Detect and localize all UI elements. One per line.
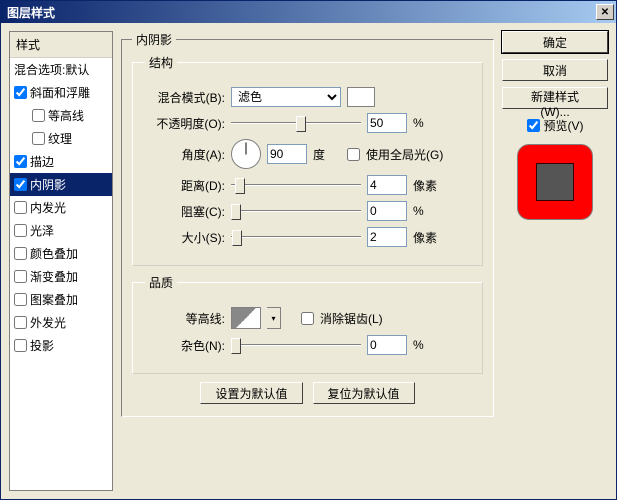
close-icon[interactable]: ✕ xyxy=(596,4,614,20)
distance-unit: 像素 xyxy=(413,177,441,194)
sidebar-item-drop-shadow[interactable]: 投影 xyxy=(10,334,112,357)
inner-shadow-checkbox[interactable] xyxy=(14,178,27,191)
choke-slider[interactable] xyxy=(231,201,361,221)
size-slider[interactable] xyxy=(231,227,361,247)
bevel-checkbox[interactable] xyxy=(14,86,27,99)
size-label: 大小(S): xyxy=(145,229,225,246)
color-overlay-checkbox[interactable] xyxy=(14,247,27,260)
layer-style-dialog: 图层样式 ✕ 样式 混合选项:默认 斜面和浮雕 等高线 纹理 描边 内阴影 内发… xyxy=(0,0,617,500)
preview-checkbox[interactable] xyxy=(527,119,540,132)
new-style-button[interactable]: 新建样式(W)... xyxy=(502,87,608,109)
contour-picker[interactable] xyxy=(231,307,261,329)
size-input[interactable] xyxy=(367,227,407,247)
sidebar-item-inner-shadow[interactable]: 内阴影 xyxy=(10,173,112,196)
structure-legend: 结构 xyxy=(145,54,177,71)
sidebar-item-satin[interactable]: 光泽 xyxy=(10,219,112,242)
sidebar-item-pattern-overlay[interactable]: 图案叠加 xyxy=(10,288,112,311)
global-light-label: 使用全局光(G) xyxy=(366,146,443,163)
sidebar-item-inner-glow[interactable]: 内发光 xyxy=(10,196,112,219)
sidebar-blend-options[interactable]: 混合选项:默认 xyxy=(10,58,112,81)
cancel-button[interactable]: 取消 xyxy=(502,59,608,81)
opacity-label: 不透明度(O): xyxy=(145,115,225,132)
blend-mode-select[interactable]: 滤色 xyxy=(231,87,341,107)
make-default-button[interactable]: 设置为默认值 xyxy=(200,382,302,404)
antialias-checkbox[interactable] xyxy=(301,312,314,325)
window-title: 图层样式 xyxy=(7,4,55,21)
action-panel: 确定 取消 新建样式(W)... 预览(V) xyxy=(502,31,608,491)
sidebar-item-gradient-overlay[interactable]: 渐变叠加 xyxy=(10,265,112,288)
angle-label: 角度(A): xyxy=(145,146,225,163)
opacity-slider[interactable] xyxy=(231,113,361,133)
sidebar-item-color-overlay[interactable]: 颜色叠加 xyxy=(10,242,112,265)
preview-inner xyxy=(536,163,574,201)
sidebar-header: 样式 xyxy=(10,32,112,58)
quality-legend: 品质 xyxy=(145,274,177,291)
blend-mode-label: 混合模式(B): xyxy=(145,89,225,106)
noise-input[interactable] xyxy=(367,335,407,355)
sidebar-item-outer-glow[interactable]: 外发光 xyxy=(10,311,112,334)
distance-slider[interactable] xyxy=(231,175,361,195)
contour-checkbox[interactable] xyxy=(32,109,45,122)
reset-default-button[interactable]: 复位为默认值 xyxy=(313,382,415,404)
distance-input[interactable] xyxy=(367,175,407,195)
preview-label: 预览(V) xyxy=(544,117,584,134)
antialias-label: 消除锯齿(L) xyxy=(320,310,383,327)
choke-input[interactable] xyxy=(367,201,407,221)
titlebar[interactable]: 图层样式 ✕ xyxy=(1,1,616,23)
stroke-checkbox[interactable] xyxy=(14,155,27,168)
settings-panel: 内阴影 结构 混合模式(B): 滤色 不透明度(O): % xyxy=(121,31,494,491)
noise-label: 杂色(N): xyxy=(145,337,225,354)
angle-unit: 度 xyxy=(313,146,341,163)
size-unit: 像素 xyxy=(413,229,441,246)
choke-label: 阻塞(C): xyxy=(145,203,225,220)
panel-title: 内阴影 xyxy=(132,31,176,48)
global-light-checkbox[interactable] xyxy=(347,148,360,161)
preview-swatch xyxy=(517,144,593,220)
angle-input[interactable] xyxy=(267,144,307,164)
drop-shadow-checkbox[interactable] xyxy=(14,339,27,352)
structure-group: 结构 混合模式(B): 滤色 不透明度(O): % 角度(A): xyxy=(132,54,483,266)
quality-group: 品质 等高线: ▾ 消除锯齿(L) 杂色(N): % xyxy=(132,274,483,374)
satin-checkbox[interactable] xyxy=(14,224,27,237)
angle-dial[interactable] xyxy=(231,139,261,169)
noise-slider[interactable] xyxy=(231,335,361,355)
inner-glow-checkbox[interactable] xyxy=(14,201,27,214)
distance-label: 距离(D): xyxy=(145,177,225,194)
contour-label: 等高线: xyxy=(145,310,225,327)
opacity-input[interactable] xyxy=(367,113,407,133)
sidebar-item-stroke[interactable]: 描边 xyxy=(10,150,112,173)
style-list: 样式 混合选项:默认 斜面和浮雕 等高线 纹理 描边 内阴影 内发光 光泽 颜色… xyxy=(9,31,113,491)
contour-dropdown-icon[interactable]: ▾ xyxy=(267,307,281,329)
ok-button[interactable]: 确定 xyxy=(502,31,608,53)
choke-unit: % xyxy=(413,204,441,218)
opacity-unit: % xyxy=(413,116,441,130)
sidebar-item-bevel[interactable]: 斜面和浮雕 xyxy=(10,81,112,104)
gradient-overlay-checkbox[interactable] xyxy=(14,270,27,283)
sidebar-item-contour[interactable]: 等高线 xyxy=(10,104,112,127)
inner-shadow-group: 内阴影 结构 混合模式(B): 滤色 不透明度(O): % xyxy=(121,31,494,417)
outer-glow-checkbox[interactable] xyxy=(14,316,27,329)
noise-unit: % xyxy=(413,338,441,352)
color-swatch[interactable] xyxy=(347,87,375,107)
pattern-overlay-checkbox[interactable] xyxy=(14,293,27,306)
texture-checkbox[interactable] xyxy=(32,132,45,145)
sidebar-item-texture[interactable]: 纹理 xyxy=(10,127,112,150)
